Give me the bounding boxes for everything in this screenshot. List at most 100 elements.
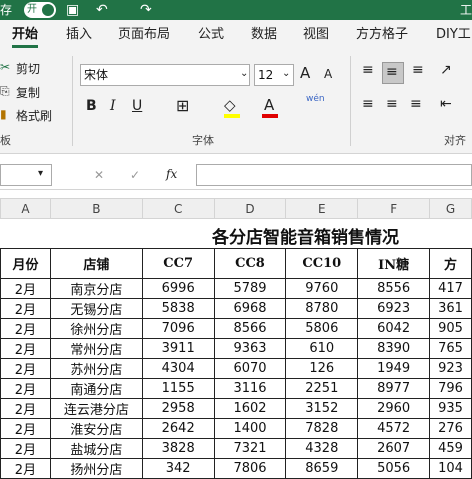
tab-data[interactable]: 数据 xyxy=(251,20,277,50)
table-cell[interactable]: 7828 xyxy=(285,418,359,439)
table-cell[interactable]: 8566 xyxy=(213,318,287,339)
table-cell[interactable]: 2960 xyxy=(357,398,431,419)
table-cell[interactable]: 1155 xyxy=(141,378,215,399)
align-right-icon[interactable]: ≡ xyxy=(410,96,422,112)
header-cell[interactable]: IN糖 xyxy=(357,248,431,279)
table-cell[interactable]: 5838 xyxy=(141,298,215,319)
table-cell[interactable]: 7096 xyxy=(141,318,215,339)
table-cell[interactable]: 126 xyxy=(285,358,359,379)
cut-icon[interactable]: ✂ xyxy=(0,60,10,74)
tab-home[interactable]: 开始 xyxy=(12,20,39,50)
copy-button[interactable]: 复制 xyxy=(16,84,40,101)
underline-button[interactable]: U xyxy=(132,98,142,114)
table-cell[interactable]: 459 xyxy=(429,438,472,459)
table-cell[interactable]: 2月 xyxy=(0,458,51,479)
table-cell[interactable]: 7321 xyxy=(213,438,287,459)
table-cell[interactable]: 3828 xyxy=(141,438,215,459)
table-cell[interactable]: 8659 xyxy=(285,458,359,479)
header-cell[interactable]: 月份 xyxy=(0,248,51,279)
table-cell[interactable]: 796 xyxy=(429,378,472,399)
table-cell[interactable]: 2月 xyxy=(0,438,51,459)
table-cell[interactable]: 5789 xyxy=(213,278,287,299)
table-cell[interactable]: 1602 xyxy=(213,398,287,419)
table-cell[interactable]: 9363 xyxy=(213,338,287,359)
format-painter-icon[interactable]: ▮ xyxy=(0,107,7,121)
table-cell[interactable]: 3911 xyxy=(141,338,215,359)
chevron-down-icon[interactable]: ⌄ xyxy=(282,68,290,79)
column-header[interactable]: C xyxy=(141,198,215,219)
grow-font-button[interactable]: A xyxy=(300,64,310,82)
table-cell[interactable]: 104 xyxy=(429,458,472,479)
chevron-down-icon[interactable]: ⌄ xyxy=(240,68,248,79)
table-cell[interactable]: 4328 xyxy=(285,438,359,459)
table-cell[interactable]: 连云港分店 xyxy=(49,398,143,419)
tab-view[interactable]: 视图 xyxy=(303,20,329,50)
format-painter-button[interactable]: 格式刷 xyxy=(16,107,52,124)
enter-icon[interactable]: ✓ xyxy=(130,168,140,182)
table-cell[interactable]: 361 xyxy=(429,298,472,319)
table-cell[interactable]: 常州分店 xyxy=(49,338,143,359)
table-cell[interactable]: 8390 xyxy=(357,338,431,359)
table-cell[interactable]: 905 xyxy=(429,318,472,339)
table-cell[interactable]: 徐州分店 xyxy=(49,318,143,339)
table-cell[interactable]: 2月 xyxy=(0,418,51,439)
table-cell[interactable]: 5806 xyxy=(285,318,359,339)
copy-icon[interactable]: ⎘ xyxy=(0,84,10,99)
table-cell[interactable]: 2月 xyxy=(0,318,51,339)
header-cell[interactable]: 方 xyxy=(429,248,472,279)
table-cell[interactable]: 淮安分店 xyxy=(49,418,143,439)
table-cell[interactable]: 5056 xyxy=(357,458,431,479)
table-cell[interactable]: 6968 xyxy=(213,298,287,319)
table-cell[interactable]: 2月 xyxy=(0,298,51,319)
table-cell[interactable]: 417 xyxy=(429,278,472,299)
column-header[interactable]: A xyxy=(0,198,51,219)
table-cell[interactable]: 1400 xyxy=(213,418,287,439)
table-cell[interactable]: 342 xyxy=(141,458,215,479)
bold-button[interactable]: B xyxy=(86,98,97,114)
header-cell[interactable]: CC8 xyxy=(213,248,287,279)
table-cell[interactable]: 南京分店 xyxy=(49,278,143,299)
table-cell[interactable]: 2251 xyxy=(285,378,359,399)
table-cell[interactable]: 610 xyxy=(285,338,359,359)
table-cell[interactable]: 4572 xyxy=(357,418,431,439)
column-header[interactable]: F xyxy=(357,198,431,219)
table-cell[interactable]: 2月 xyxy=(0,358,51,379)
table-cell[interactable]: 8780 xyxy=(285,298,359,319)
header-cell[interactable]: CC7 xyxy=(141,248,215,279)
autosave-toggle[interactable]: 开 xyxy=(24,2,56,18)
name-box[interactable] xyxy=(0,164,52,186)
fill-color-icon[interactable]: ◇ xyxy=(224,96,236,114)
column-header[interactable]: G xyxy=(429,198,472,219)
tab-diy[interactable]: DIY工 xyxy=(436,20,471,50)
table-cell[interactable]: 2月 xyxy=(0,398,51,419)
table-cell[interactable]: 9760 xyxy=(285,278,359,299)
redo-icon[interactable]: ↷ xyxy=(140,0,152,20)
align-left-icon[interactable]: ≡ xyxy=(362,96,374,112)
fx-button[interactable]: fx xyxy=(166,167,177,181)
table-cell[interactable]: 2月 xyxy=(0,338,51,359)
column-header[interactable]: D xyxy=(213,198,287,219)
table-cell[interactable]: 923 xyxy=(429,358,472,379)
table-cell[interactable]: 6042 xyxy=(357,318,431,339)
table-cell[interactable]: 4304 xyxy=(141,358,215,379)
table-cell[interactable]: 苏州分店 xyxy=(49,358,143,379)
table-cell[interactable]: 2958 xyxy=(141,398,215,419)
table-cell[interactable]: 扬州分店 xyxy=(49,458,143,479)
header-cell[interactable]: 店铺 xyxy=(49,248,143,279)
table-cell[interactable]: 8977 xyxy=(357,378,431,399)
table-cell[interactable]: 6996 xyxy=(141,278,215,299)
table-cell[interactable]: 2642 xyxy=(141,418,215,439)
header-cell[interactable]: CC10 xyxy=(285,248,359,279)
tab-insert[interactable]: 插入 xyxy=(66,20,92,50)
table-cell[interactable]: 6070 xyxy=(213,358,287,379)
table-cell[interactable]: 南通分店 xyxy=(49,378,143,399)
save-icon[interactable]: ▣ xyxy=(66,0,79,20)
orientation-icon[interactable]: ↗ xyxy=(440,62,452,78)
table-cell[interactable]: 3116 xyxy=(213,378,287,399)
tab-formulas[interactable]: 公式 xyxy=(198,20,224,50)
tab-ffgz[interactable]: 方方格子 xyxy=(356,20,408,50)
align-top-icon[interactable]: ≡ xyxy=(362,62,374,78)
table-cell[interactable]: 2月 xyxy=(0,278,51,299)
chevron-down-icon[interactable]: ▾ xyxy=(38,168,43,179)
indent-icon[interactable]: ⇤ xyxy=(440,96,452,112)
